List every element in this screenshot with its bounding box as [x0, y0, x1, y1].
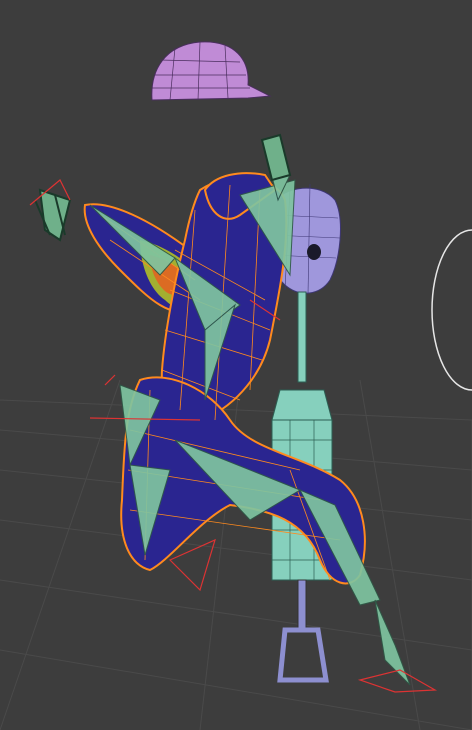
3d-viewport[interactable] [0, 0, 472, 730]
eye-icon [307, 244, 321, 260]
